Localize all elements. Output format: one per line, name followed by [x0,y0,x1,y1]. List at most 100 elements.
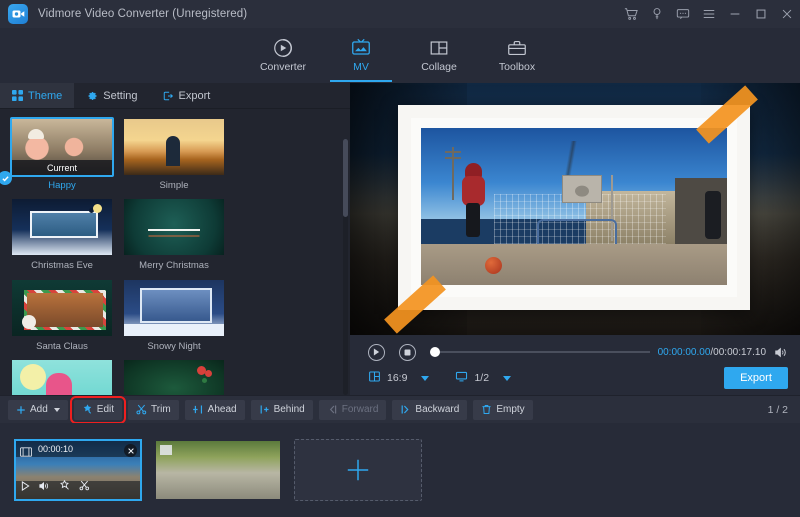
edit-button-label: Edit [97,404,114,415]
current-theme-badge: Current [12,160,112,175]
title-bar: Vidmore Video Converter (Unregistered) [0,0,800,28]
clip-trim-icon[interactable] [79,478,90,496]
volume-icon[interactable] [774,346,788,359]
screen-ratio-selector[interactable]: 1/2 [455,370,511,386]
tab-theme[interactable]: Theme [0,83,74,108]
theme-item-simple[interactable]: Simple [122,117,226,191]
aspect-ratio-value: 16:9 [387,372,407,384]
clip-timeline: 00:00:10 [0,423,800,517]
cart-icon[interactable] [618,0,644,28]
photo-utility-pole [452,147,454,200]
menu-icon[interactable] [696,0,722,28]
empty-button-label: Empty [496,404,524,415]
progress-slider[interactable] [430,351,650,353]
trim-button[interactable]: Trim [128,400,179,420]
clip-play-icon[interactable] [21,478,30,496]
empty-button[interactable]: Empty [473,400,532,420]
total-time: 00:00:17.10 [713,347,766,358]
photo-person-red [461,163,487,237]
clip-edit-icon[interactable] [59,478,70,496]
timeline-clip-1[interactable]: 00:00:10 [14,439,142,501]
nav-tab-toolbox[interactable]: Toolbox [478,28,556,82]
add-dropdown-caret-icon[interactable] [54,408,60,412]
theme-item-snowy-night[interactable]: Snowy Night [122,278,226,352]
tab-label-export: Export [179,90,211,102]
app-logo-icon [8,4,28,24]
progress-slider-handle[interactable] [430,347,440,357]
main-navigation: Converter MV Collage Toolbox [0,28,800,83]
aspect-ratio-icon [368,370,381,386]
theme-item-merry-christmas[interactable]: Merry Christmas [122,197,226,271]
time-display: 00:00:00.00/00:00:17.10 [658,347,766,358]
tab-label-theme: Theme [28,90,62,102]
feedback-icon[interactable] [670,0,696,28]
add-button[interactable]: Add [8,400,68,420]
theme-item-christmas-eve[interactable]: Christmas Eve [10,197,114,271]
theme-thumb [10,197,114,257]
ahead-button[interactable]: Ahead [185,400,245,420]
theme-label: Snowy Night [122,342,226,352]
nav-tab-collage[interactable]: Collage [400,28,478,82]
aspect-ratio-selector[interactable]: 16:9 [368,370,429,386]
theme-label: Happy [10,181,114,191]
clip-top-overlay [16,441,140,457]
nav-label-converter: Converter [260,62,306,73]
scrollbar-thumb[interactable] [343,139,348,217]
export-button[interactable]: Export [724,367,788,389]
photo-rail [537,219,617,244]
theme-thumb [122,117,226,177]
clip-volume-icon[interactable] [39,478,50,496]
panel-tabs: Theme Setting Export [0,83,350,109]
theme-item-stripes-and-waves[interactable]: Stripes & Waves [10,358,114,395]
theme-label: Christmas Eve [10,261,114,271]
theme-artwork [12,199,112,255]
trim-button-label: Trim [151,404,171,415]
theme-grid: Current Happy Simple Christmas Eve [0,109,340,395]
theme-artwork [12,280,112,336]
nav-label-toolbox: Toolbox [499,62,535,73]
add-clip-placeholder[interactable] [294,439,422,501]
key-icon[interactable] [644,0,670,28]
theme-item-happy[interactable]: Current Happy [10,117,114,191]
add-button-label: Add [30,404,48,415]
tab-export[interactable]: Export [150,83,223,108]
backward-button-label: Backward [415,404,459,415]
forward-button[interactable]: Forward [319,400,387,420]
theme-artwork [124,119,224,175]
theme-label: Santa Claus [10,342,114,352]
clip-toolbar: Add Edit Trim Ahead [0,395,800,423]
theme-list-scroll[interactable]: Current Happy Simple Christmas Eve [0,109,350,395]
edit-button[interactable]: Edit [74,400,122,420]
backward-button[interactable]: Backward [392,400,467,420]
theme-thumb [122,278,226,338]
tab-setting[interactable]: Setting [74,83,149,108]
vidmore-video-converter-window: Vidmore Video Converter (Unregistered) [0,0,800,517]
video-preview[interactable] [350,83,800,335]
theme-item-santa-claus[interactable]: Santa Claus [10,278,114,352]
clip-remove-button[interactable] [124,444,137,457]
player-options-row: 16:9 1/2 Export [350,365,800,391]
preview-frame-inner [411,118,737,297]
behind-button[interactable]: Behind [251,400,313,420]
clip-type-badge-icon [160,445,172,455]
close-icon[interactable] [774,0,800,28]
window-title: Vidmore Video Converter (Unregistered) [38,8,247,20]
nav-tab-converter[interactable]: Converter [244,28,322,82]
chevron-down-icon-2[interactable] [503,376,511,381]
play-button[interactable] [368,344,385,361]
minimize-icon[interactable] [722,0,748,28]
nav-tab-mv[interactable]: MV [322,28,400,82]
preview-photo [421,128,727,285]
photo-basketball-hoop [562,175,602,203]
film-icon [20,444,32,462]
theme-list-scrollbar[interactable] [343,139,348,395]
timeline-clip-2[interactable] [154,439,282,501]
maximize-icon[interactable] [748,0,774,28]
player-transport-row: 00:00:00.00/00:00:17.10 [350,341,800,363]
window-controls [618,0,800,28]
player-controls: 00:00:00.00/00:00:17.10 16:9 [350,335,800,395]
chevron-down-icon[interactable] [421,376,429,381]
theme-item-christmas-tree[interactable]: Christmas Tree [122,358,226,395]
preview-photo-frame [398,105,750,310]
stop-button[interactable] [399,344,416,361]
